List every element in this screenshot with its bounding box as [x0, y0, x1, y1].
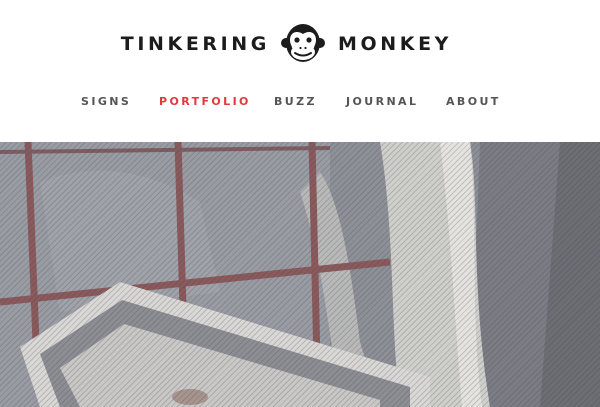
nav-item-buzz[interactable]: BUZZ: [274, 94, 317, 110]
monkey-face-icon: [281, 24, 325, 62]
site-logo[interactable]: TINKERING MONKEY: [0, 22, 600, 66]
main-nav: SIGNS PORTFOLIO BUZZ JOURNAL ABOUT: [0, 94, 600, 112]
nav-item-signs[interactable]: SIGNS: [81, 94, 131, 110]
nav-item-about[interactable]: ABOUT: [446, 94, 501, 110]
nav-item-journal[interactable]: JOURNAL: [346, 94, 418, 110]
site-header: TINKERING MONKEY SIGNS PORTFOLIO BUZZ JO…: [0, 0, 600, 142]
hero-image: [0, 142, 600, 407]
logo-text-left: TINKERING: [120, 33, 270, 55]
hero-photo: [0, 142, 600, 407]
logo-text-right: MONKEY: [338, 33, 453, 55]
nav-item-portfolio[interactable]: PORTFOLIO: [159, 94, 251, 110]
